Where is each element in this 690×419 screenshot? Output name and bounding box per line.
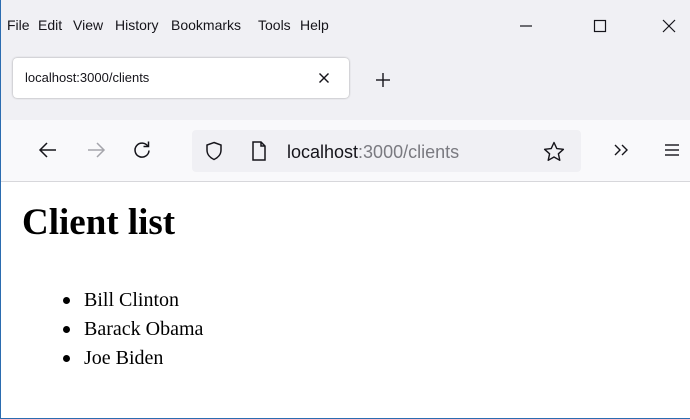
menu-help[interactable]: Help xyxy=(300,16,329,34)
client-list-item: Joe Biden xyxy=(62,344,203,373)
browser-window: File Edit View History Bookmarks Tools H… xyxy=(0,0,690,419)
double-chevron-right-icon xyxy=(614,144,628,156)
reload-button[interactable] xyxy=(127,135,157,165)
page-content: Client list Bill Clinton Barack Obama Jo… xyxy=(1,182,690,418)
close-icon xyxy=(319,73,329,83)
client-list: Bill Clinton Barack Obama Joe Biden xyxy=(62,286,203,373)
toolbar-overflow-button[interactable] xyxy=(607,136,635,164)
new-tab-button[interactable] xyxy=(369,66,397,94)
menu-history[interactable]: History xyxy=(115,16,159,34)
address-bar[interactable]: localhost:3000/clients xyxy=(192,130,581,172)
maximize-icon xyxy=(593,19,607,33)
menu-tools[interactable]: Tools xyxy=(258,16,291,34)
menu-bar: File Edit View History Bookmarks Tools H… xyxy=(1,0,690,48)
tab-clients[interactable]: localhost:3000/clients xyxy=(13,58,349,98)
menu-edit[interactable]: Edit xyxy=(38,16,62,34)
page-icon[interactable] xyxy=(249,140,269,162)
minimize-button[interactable] xyxy=(503,12,549,40)
navigation-toolbar: localhost:3000/clients xyxy=(1,120,690,182)
tab-title: localhost:3000/clients xyxy=(25,70,150,85)
url-host: localhost xyxy=(287,142,359,162)
hamburger-menu-icon xyxy=(665,144,679,156)
client-list-item: Barack Obama xyxy=(62,315,203,344)
tab-strip: localhost:3000/clients xyxy=(1,48,690,120)
shield-icon[interactable] xyxy=(204,141,224,161)
maximize-button[interactable] xyxy=(577,12,623,40)
close-icon xyxy=(662,19,676,33)
url-text[interactable]: localhost:3000/clients xyxy=(287,141,459,163)
tab-close-button[interactable] xyxy=(315,69,333,87)
minimize-icon xyxy=(520,25,532,27)
app-menu-button[interactable] xyxy=(658,136,686,164)
back-button[interactable] xyxy=(33,135,63,165)
menu-view[interactable]: View xyxy=(73,16,103,34)
reload-icon xyxy=(134,141,150,158)
menu-file[interactable]: File xyxy=(7,16,30,34)
forward-button[interactable] xyxy=(81,135,111,165)
close-window-button[interactable] xyxy=(646,12,690,40)
arrow-left-icon xyxy=(38,142,56,158)
arrow-right-icon xyxy=(88,142,106,158)
page-title: Client list xyxy=(22,202,176,243)
url-path: :3000/clients xyxy=(358,142,460,162)
plus-icon xyxy=(376,73,390,87)
menu-bookmarks[interactable]: Bookmarks xyxy=(171,16,241,34)
star-icon[interactable] xyxy=(542,140,566,164)
client-list-item: Bill Clinton xyxy=(62,286,203,315)
